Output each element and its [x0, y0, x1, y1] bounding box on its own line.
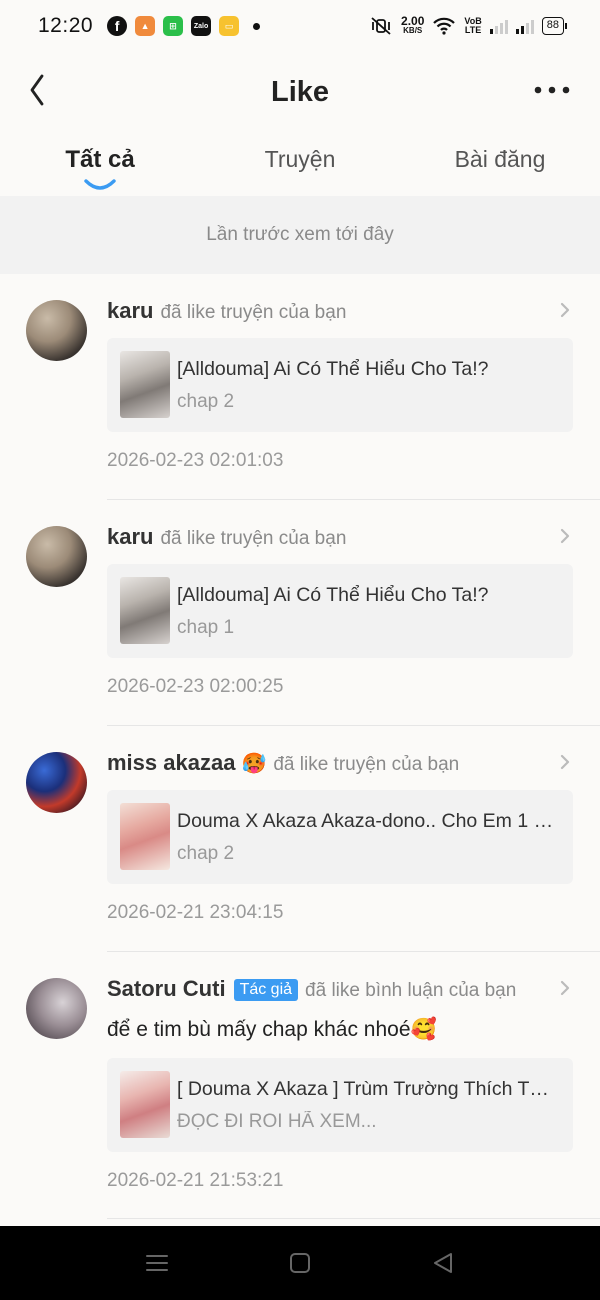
story-title: Douma X Akaza Akaza-dono.. Cho Em 1 Cơ H…: [177, 810, 557, 832]
facebook-icon: f: [107, 16, 128, 36]
tab-stories[interactable]: Truyện: [200, 138, 400, 196]
header: Like: [0, 62, 600, 122]
last-seen-banner: Lần trước xem tới đây: [0, 196, 600, 274]
item-header: miss akazaa 🥵 đã like truyện của bạn: [107, 750, 570, 776]
story-card[interactable]: Douma X Akaza Akaza-dono.. Cho Em 1 Cơ H…: [107, 790, 573, 884]
story-cover: [120, 803, 170, 870]
divider: [107, 1218, 600, 1219]
action-text: đã like truyện của bạn: [160, 528, 347, 549]
volte-bottom: LTE: [464, 25, 482, 35]
list-item[interactable]: miss akazaa 🥵 đã like truyện của bạn Dou…: [0, 726, 600, 952]
status-time: 12:20: [38, 14, 94, 37]
avatar[interactable]: [26, 300, 87, 361]
wifi-icon: [433, 17, 456, 35]
menu-icon[interactable]: [144, 1251, 170, 1275]
timestamp: 2026-02-23 02:01:03: [107, 450, 284, 471]
tab-all[interactable]: Tất cả: [0, 138, 200, 196]
tab-label: Truyện: [264, 146, 336, 172]
user-name[interactable]: karu: [107, 298, 153, 324]
action-text: đã like bình luận của bạn: [305, 980, 517, 1001]
list-item[interactable]: karu đã like truyện của bạn [Alldouma] A…: [0, 500, 600, 726]
home-square-icon[interactable]: [287, 1251, 313, 1275]
comment-text: để e tim bù mấy chap khác nhoé🥰: [107, 1018, 437, 1041]
status-right: 2.00 KB/S VoB LTE 88: [369, 15, 568, 36]
story-title: [Alldouma] Ai Có Thể Hiểu Cho Ta!?: [177, 358, 489, 380]
story-chapter: chap 1: [177, 617, 235, 638]
back-triangle-icon[interactable]: [430, 1251, 456, 1275]
story-cover: [120, 1071, 170, 1138]
avatar[interactable]: [26, 978, 87, 1039]
signal-1-icon: [489, 18, 508, 34]
user-emoji: 🥵: [241, 753, 267, 775]
story-card[interactable]: [Alldouma] Ai Có Thể Hiểu Cho Ta!? chap …: [107, 564, 573, 658]
item-header: Satoru Cuti Tác giả đã like bình luận củ…: [107, 976, 570, 1003]
tab-label: Bài đăng: [454, 146, 546, 172]
story-title: [Alldouma] Ai Có Thể Hiểu Cho Ta!?: [177, 584, 489, 606]
user-name[interactable]: Satoru Cuti: [107, 976, 226, 1002]
timestamp: 2026-02-21 21:53:21: [107, 1170, 284, 1191]
green-app-icon: ⊞: [163, 16, 184, 36]
story-card[interactable]: [ Douma X Akaza ] Trùm Trường Thích Tôi …: [107, 1058, 573, 1152]
author-badge: Tác giả: [233, 979, 299, 1001]
chevron-right-icon[interactable]: [558, 526, 572, 546]
story-cover: [120, 577, 170, 644]
network-speed: 2.00 KB/S: [401, 15, 424, 36]
action-text: đã like truyện của bạn: [160, 302, 347, 323]
tab-bar: Tất cả Truyện Bài đăng: [0, 138, 600, 196]
tab-posts[interactable]: Bài đăng: [400, 138, 600, 196]
volte-indicator: VoB LTE: [464, 17, 481, 35]
avatar[interactable]: [26, 526, 87, 587]
story-title: [ Douma X Akaza ] Trùm Trường Thích Tôi …: [177, 1078, 557, 1100]
timestamp: 2026-02-23 02:00:25: [107, 676, 284, 697]
battery-icon: 88: [541, 17, 568, 35]
system-nav-bar: [0, 1226, 600, 1300]
signal-2-icon: [515, 18, 534, 34]
status-bar: 12:20 f ▲ ⊞ Zalo ▭ 2.00 KB/S VoB LTE 88: [0, 0, 600, 52]
item-header: karu đã like truyện của bạn: [107, 524, 570, 550]
avatar[interactable]: [26, 752, 87, 813]
list-item[interactable]: Satoru Cuti Tác giả đã like bình luận củ…: [0, 952, 600, 1220]
notification-icons: f ▲ ⊞ Zalo ▭: [107, 16, 261, 36]
tab-active-indicator: [84, 179, 116, 190]
story-cover: [120, 351, 170, 418]
user-name[interactable]: karu: [107, 524, 153, 550]
chevron-right-icon[interactable]: [558, 300, 572, 320]
action-text: đã like truyện của bạn: [273, 754, 460, 775]
more-horizontal-icon[interactable]: [534, 80, 570, 100]
list-item[interactable]: karu đã like truyện của bạn [Alldouma] A…: [0, 274, 600, 500]
item-header: karu đã like truyện của bạn: [107, 298, 570, 324]
mute-vibrate-icon: [371, 17, 391, 35]
page-title: Like: [270, 76, 330, 108]
comment-snippet: ĐỌC ĐI ROI HÃ XEM...: [177, 1111, 377, 1132]
speed-unit: KB/S: [403, 26, 423, 35]
user-name[interactable]: miss akazaa: [107, 750, 235, 776]
game-icon: ▲: [135, 16, 156, 36]
dot-icon: [253, 22, 261, 30]
chevron-right-icon[interactable]: [558, 978, 572, 998]
story-card[interactable]: [Alldouma] Ai Có Thể Hiểu Cho Ta!? chap …: [107, 338, 573, 432]
zalo-icon: Zalo: [191, 16, 212, 36]
tab-label: Tất cả: [65, 146, 135, 173]
folder-icon: ▭: [219, 16, 240, 36]
chevron-right-icon[interactable]: [558, 752, 572, 772]
story-chapter: chap 2: [177, 391, 235, 412]
story-chapter: chap 2: [177, 843, 235, 864]
timestamp: 2026-02-21 23:04:15: [107, 902, 284, 923]
